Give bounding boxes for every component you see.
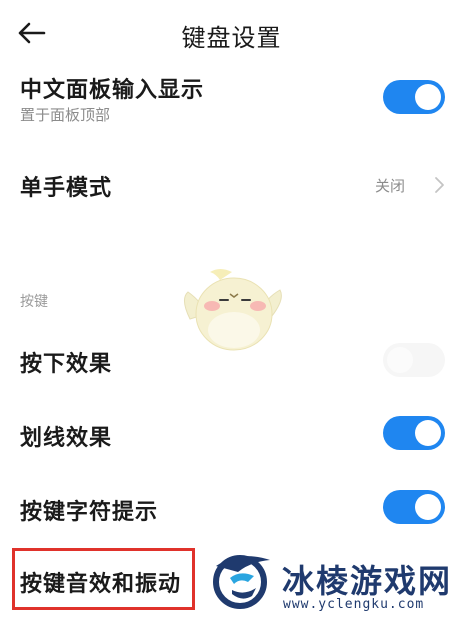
setting-label: 单手模式 [20,176,113,201]
chevron-right-icon [435,177,444,193]
watermark-url: www.yclengku.com [283,597,425,612]
section-header-keys: 按键 [20,294,48,310]
header: 键盘设置 [0,0,463,70]
setting-chinese-panel[interactable]: 中文面板输入显示 置于面板顶部 [0,70,463,130]
toggle-knob [415,494,441,520]
watermark-logo-icon [213,555,270,609]
one-hand-value: 关闭 [375,177,406,195]
setting-label: 按下效果 [20,352,113,377]
chinese-panel-toggle[interactable] [383,80,445,114]
toggle-knob [415,420,441,446]
key-hint-toggle[interactable] [383,490,445,524]
toggle-knob [387,347,413,373]
swipe-effect-toggle[interactable] [383,416,445,450]
setting-one-hand-mode[interactable]: 单手模式 关闭 [0,166,463,206]
setting-label: 按键字符提示 [20,500,159,525]
setting-sublabel: 置于面板顶部 [20,106,111,124]
toggle-knob [415,84,441,110]
highlight-box [12,548,195,610]
setting-label: 中文面板输入显示 [20,78,205,103]
page-title: 键盘设置 [181,24,282,52]
mascot-sticker [184,269,282,351]
watermark-text: 冰棱游戏网 [282,562,453,600]
setting-key-hint[interactable]: 按键字符提示 [0,486,463,528]
setting-swipe-effect[interactable]: 划线效果 [0,412,463,454]
press-effect-toggle[interactable] [383,343,445,377]
setting-label: 划线效果 [20,426,113,451]
